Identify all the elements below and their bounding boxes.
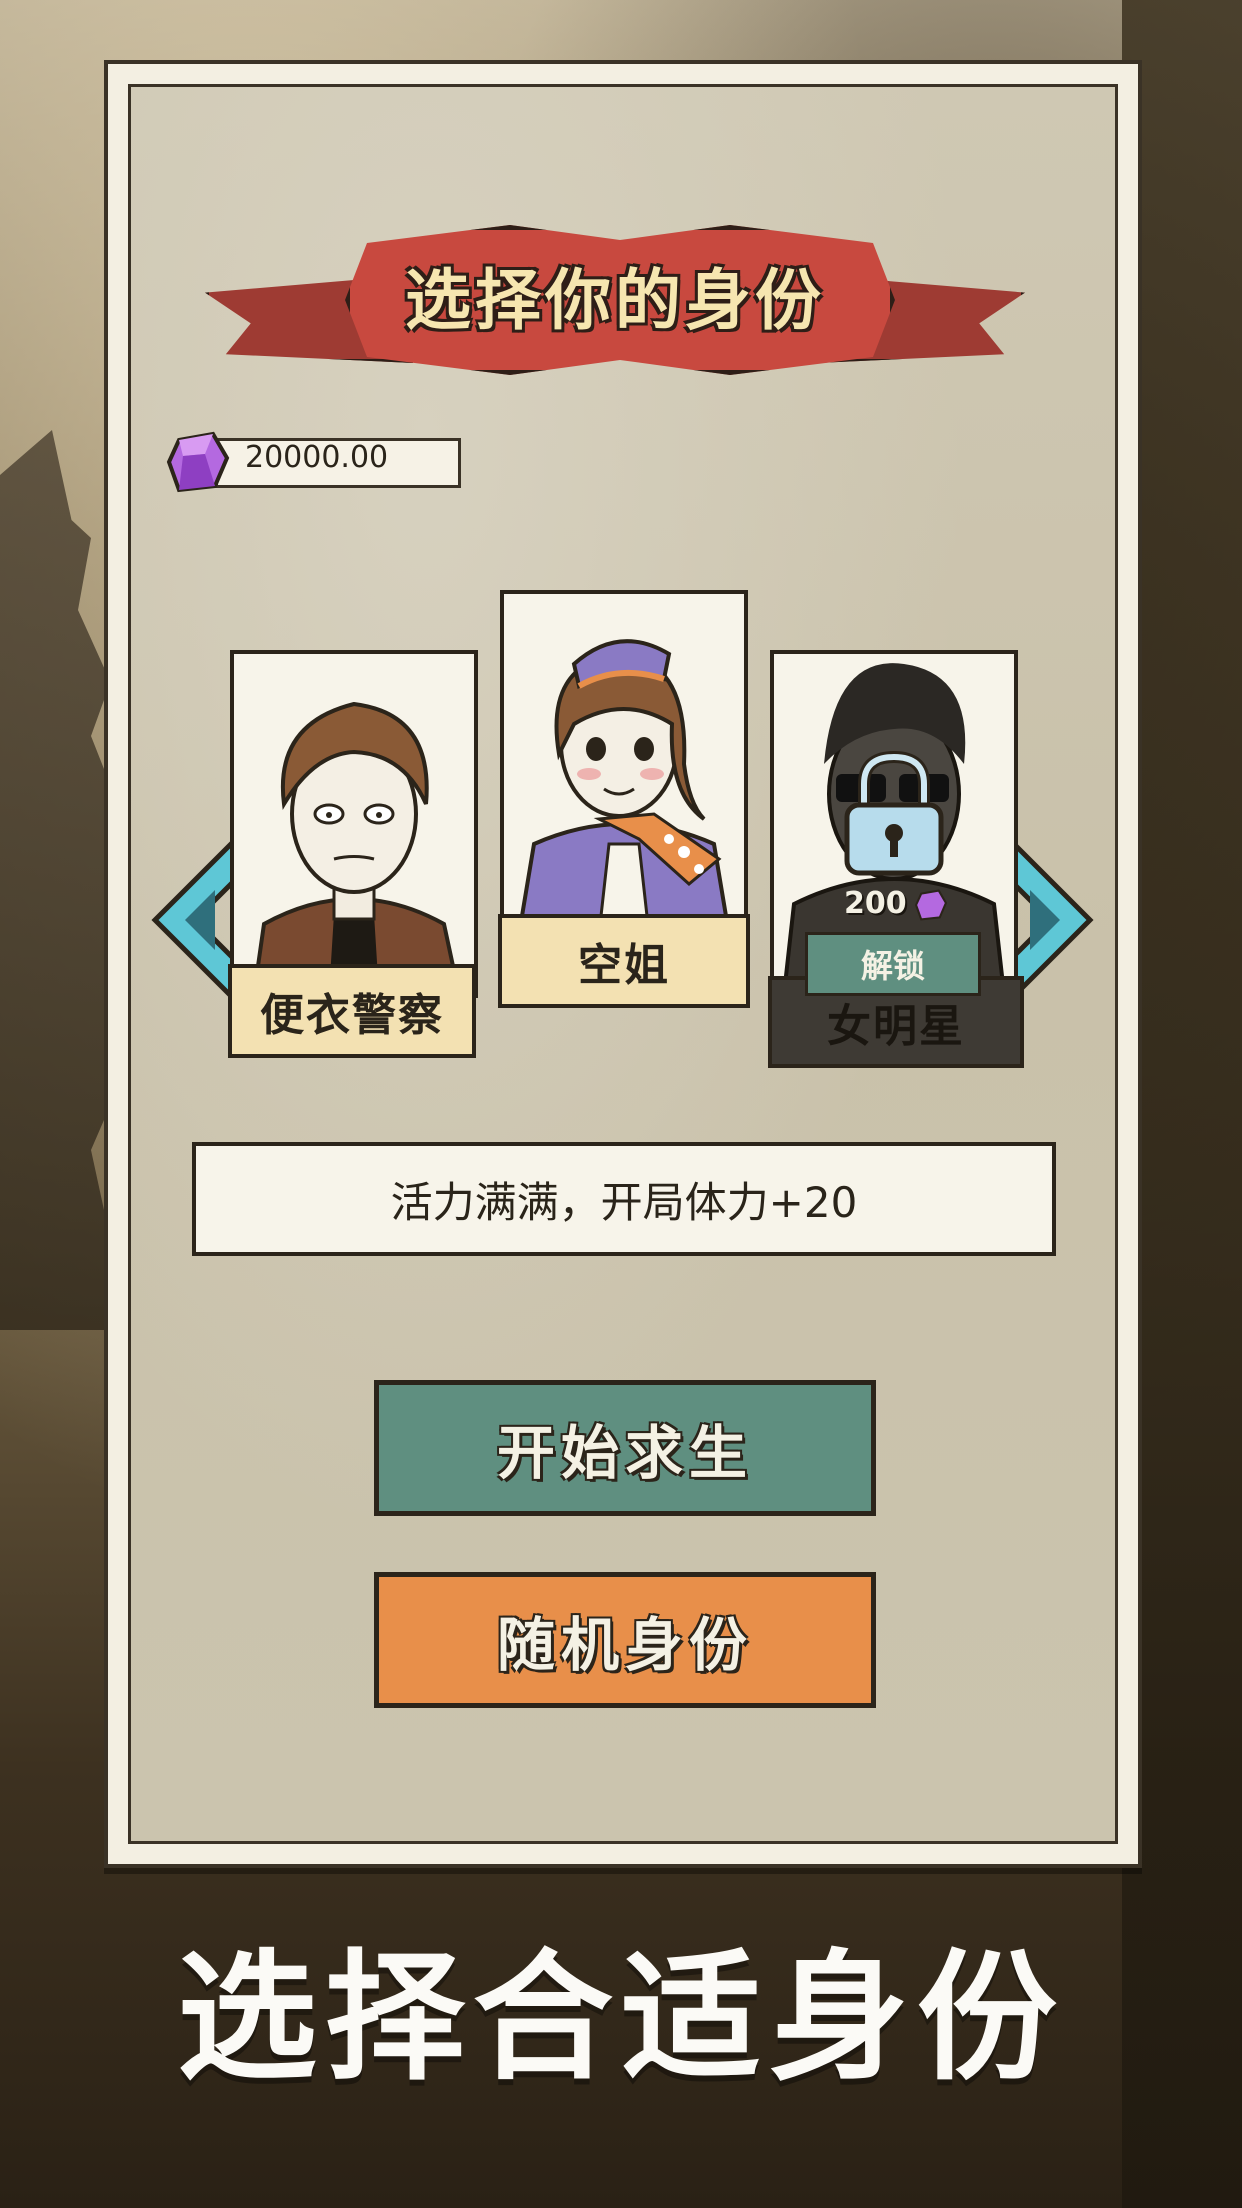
title-banner: 选择你的身份 (205, 205, 1025, 385)
unlock-price: 200 (844, 886, 907, 921)
character-description: 活力满满，开局体力+20 (192, 1142, 1056, 1256)
flight-attendant-portrait (504, 594, 744, 934)
lock-icon (844, 750, 944, 876)
character-card-flight-attendant[interactable]: 空姐 (498, 590, 750, 1008)
police-portrait (234, 654, 474, 994)
currency-amount: 20000.00 (245, 440, 389, 475)
start-survival-button[interactable]: 开始求生 (374, 1380, 876, 1516)
random-identity-button[interactable]: 随机身份 (374, 1572, 876, 1708)
character-name-plate: 空姐 (498, 914, 750, 1008)
character-card-police[interactable]: 便衣警察 (228, 650, 478, 1058)
purple-gem-icon (166, 431, 230, 493)
promo-caption: 选择合适身份 (176, 1937, 1065, 2100)
purple-gem-icon (914, 889, 948, 921)
currency-display: 20000.00 (165, 430, 465, 493)
unlock-button[interactable]: 解锁 (805, 932, 981, 996)
character-name-plate: 便衣警察 (228, 964, 476, 1058)
page-title: 选择你的身份 (405, 262, 825, 339)
